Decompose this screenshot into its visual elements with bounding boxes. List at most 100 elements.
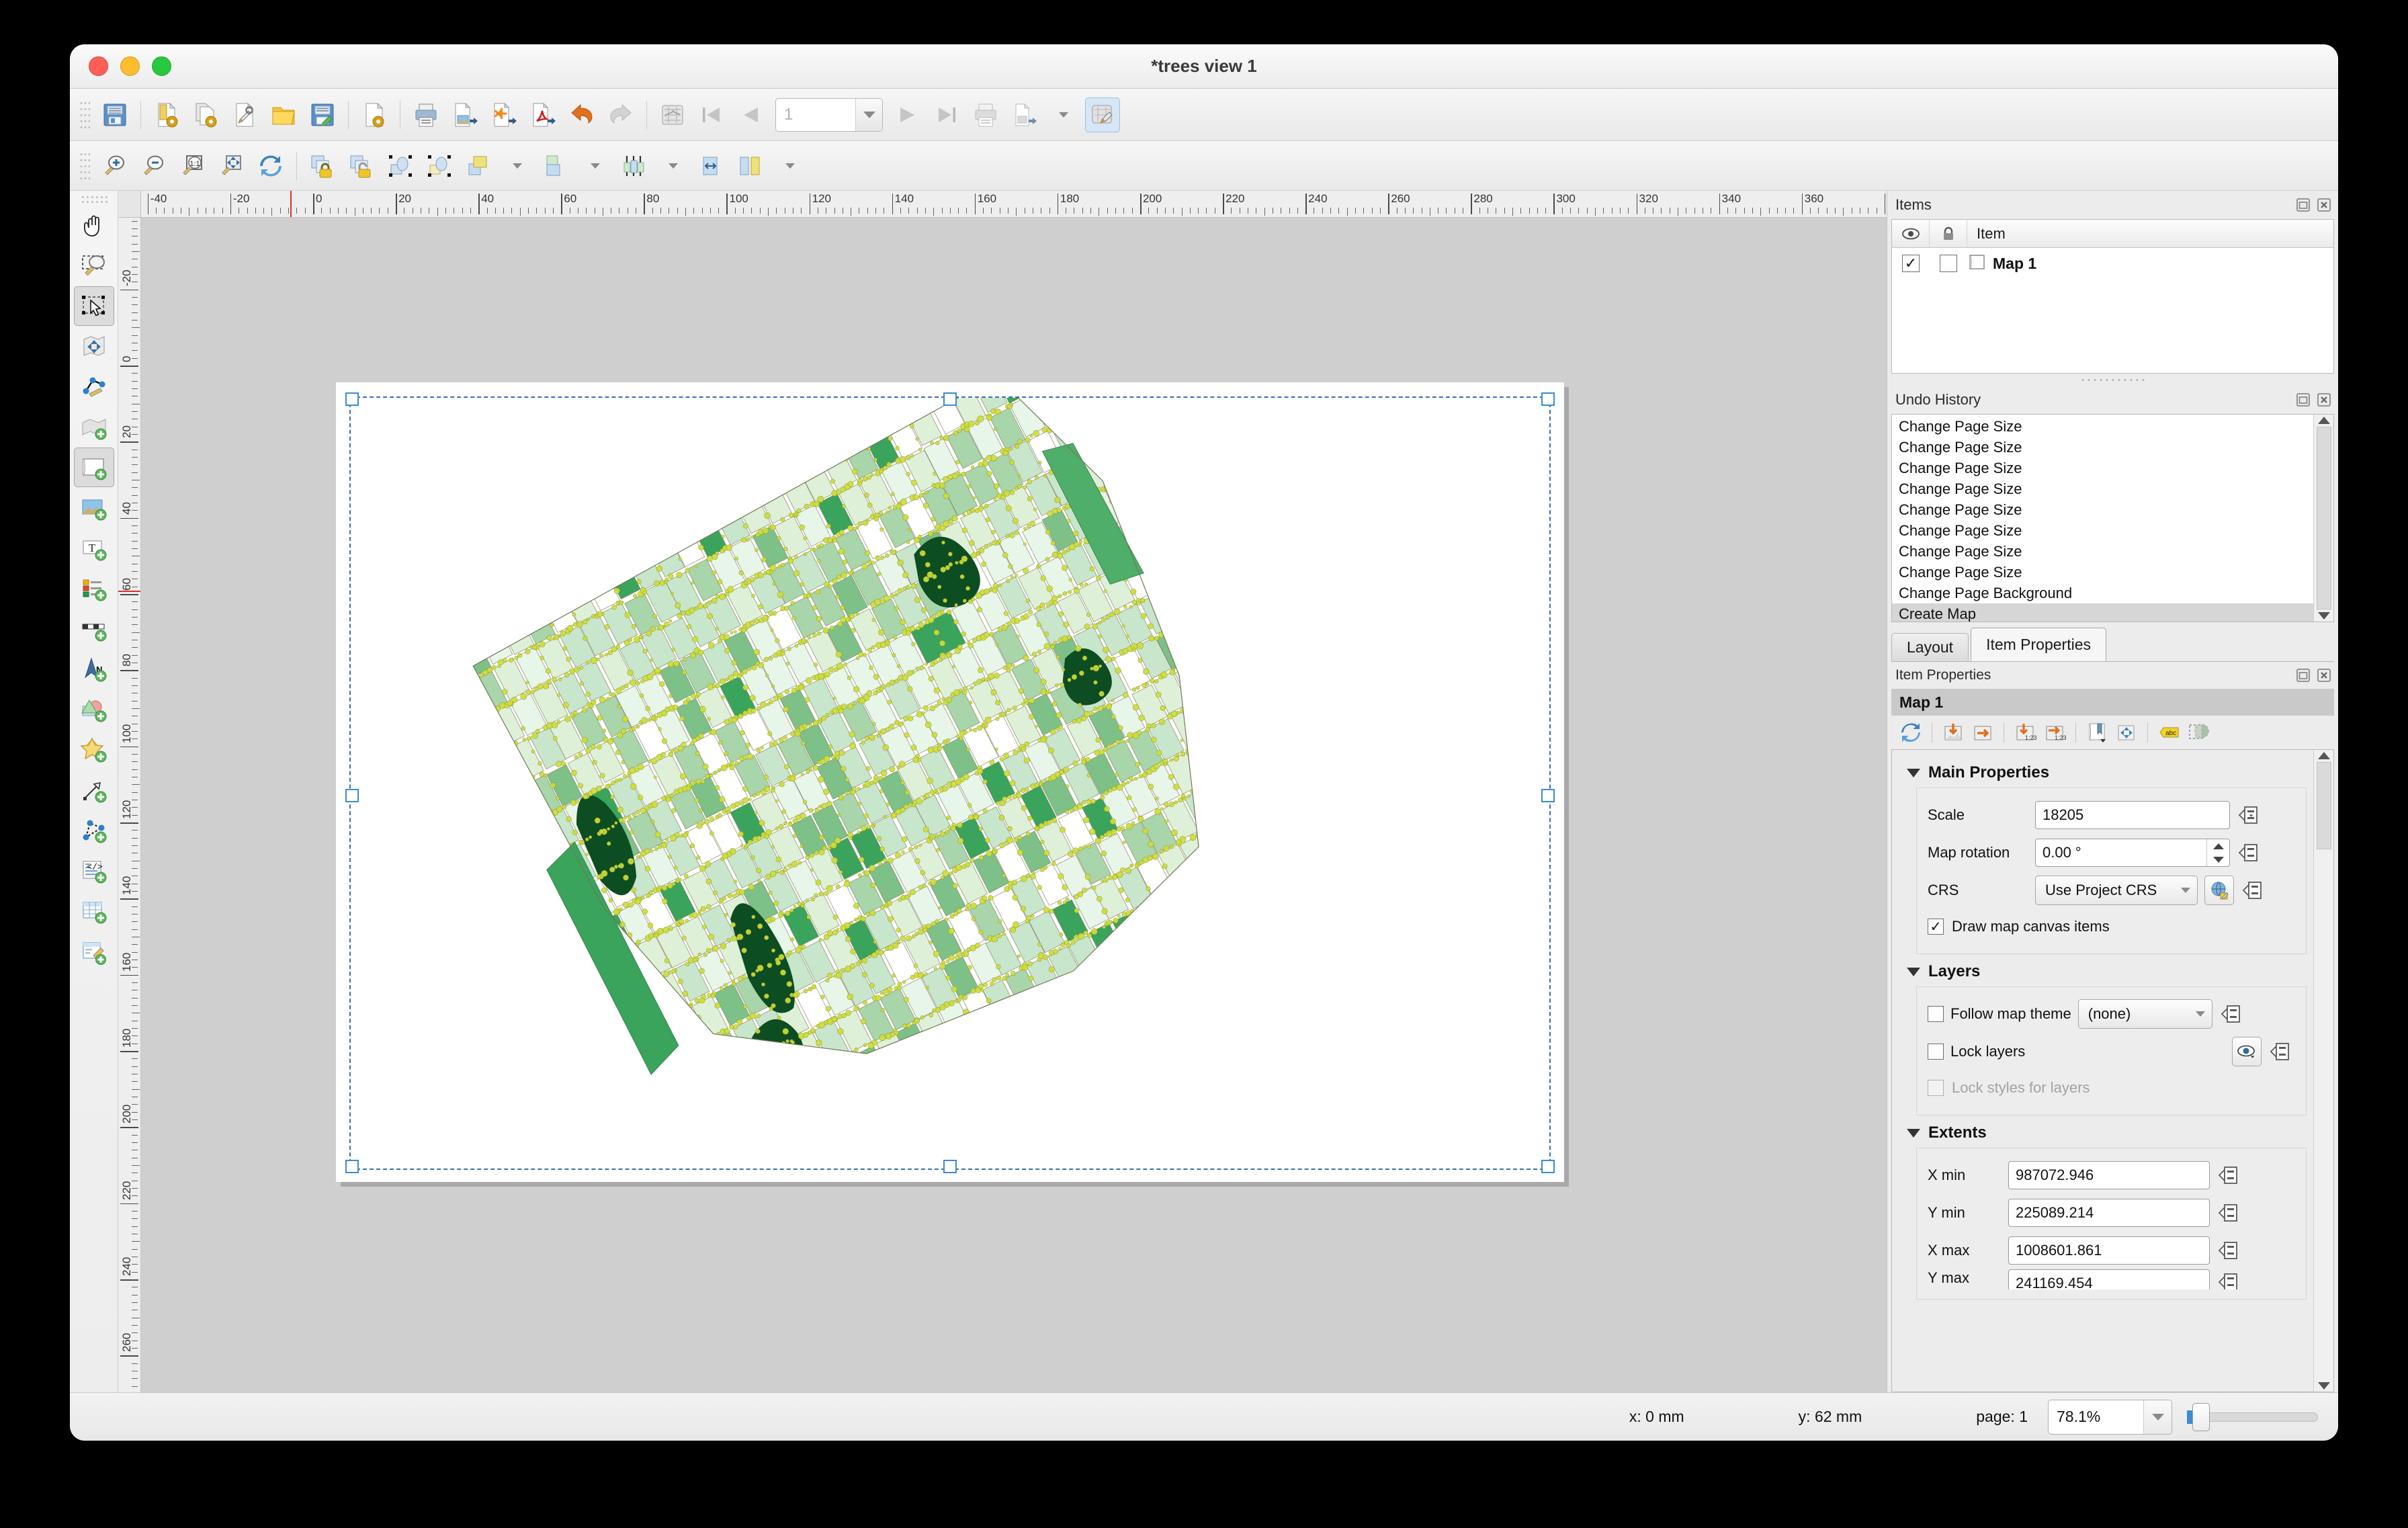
ungroup-items-icon[interactable] — [422, 148, 457, 183]
add-marker-icon[interactable] — [74, 730, 114, 769]
add-label-icon[interactable]: T — [74, 528, 114, 568]
atlas-print-icon[interactable] — [968, 97, 1003, 132]
y-min-input[interactable]: 225089.214 — [2008, 1199, 2210, 1227]
horizontal-ruler[interactable]: -40 -20 0 20 40 60 80 100 120 140 160 180 200 220 240 2… — [141, 191, 1887, 218]
atlas-last-icon[interactable] — [929, 97, 964, 132]
undo-history-item[interactable]: Change Page Size — [1892, 478, 2313, 499]
vertical-ruler[interactable]: -20 0 20 40 60 80 100 120 140 160 180 200 220 240 260 — [118, 218, 141, 1392]
resize-handle-ml[interactable] — [345, 789, 359, 802]
zoom-level-chevron-down-icon[interactable] — [2143, 1400, 2172, 1434]
undo-scrollbar[interactable] — [2313, 415, 2333, 622]
align-dropdown-icon[interactable] — [656, 148, 691, 183]
map-rotation-arrows[interactable] — [2206, 839, 2229, 866]
pan-layout-tool[interactable] — [74, 206, 114, 245]
undo-history-items[interactable]: Change Page Size Change Page Size Change P… — [1892, 415, 2313, 622]
resize-handle-tc[interactable] — [943, 392, 957, 406]
align-items-icon[interactable] — [617, 148, 652, 183]
scale-data-defined-override-icon[interactable] — [2237, 802, 2264, 828]
lock-layers-checkbox[interactable] — [1928, 1044, 1944, 1060]
atlas-first-icon[interactable] — [694, 97, 729, 132]
undo-history-item[interactable]: Change Page Size — [1892, 499, 2313, 520]
new-report-icon[interactable] — [357, 97, 392, 132]
undo-history-item[interactable]: Change Page Size — [1892, 520, 2313, 541]
print-icon[interactable] — [408, 97, 443, 132]
item-properties-float-icon[interactable] — [2294, 667, 2312, 684]
theme-data-defined-override-icon[interactable] — [2219, 1001, 2246, 1027]
undo-scroll-up-icon[interactable] — [2317, 417, 2330, 424]
item-properties-scroll-area[interactable]: Main Properties Scale 18205 Map rotation — [1891, 749, 2334, 1392]
map-rotation-spinbox[interactable]: 0.00 ° — [2035, 839, 2230, 867]
bookmarks-icon[interactable] — [2083, 718, 2111, 747]
items-panel-close-icon[interactable] — [2315, 196, 2333, 214]
map-rotation-value[interactable]: 0.00 ° — [2036, 839, 2206, 866]
add-shape-icon[interactable] — [74, 689, 114, 729]
zoom-full-icon[interactable] — [214, 148, 249, 183]
resize-handle-tr[interactable] — [1541, 392, 1555, 406]
interactive-edit-icon[interactable] — [2112, 718, 2141, 747]
set-map-extent-to-canvas-icon[interactable] — [1939, 718, 1967, 747]
x-min-data-defined-override-icon[interactable] — [2217, 1162, 2243, 1188]
atlas-prev-icon[interactable] — [733, 97, 768, 132]
edit-nodes-tool[interactable] — [74, 367, 114, 407]
crs-select[interactable]: Use Project CRS — [2035, 876, 2198, 905]
undo-icon[interactable] — [564, 97, 599, 132]
add-arrow-icon[interactable] — [74, 770, 114, 810]
group-items-icon[interactable] — [383, 148, 418, 183]
redo-icon[interactable] — [603, 97, 638, 132]
set-map-scale-to-canvas-icon[interactable]: 1:23 — [2011, 718, 2039, 747]
map-theme-select[interactable]: (none) — [2077, 999, 2212, 1029]
zoom-out-icon[interactable] — [136, 148, 171, 183]
atlas-export-dropdown-icon[interactable] — [1046, 97, 1081, 132]
layers-collapse-icon[interactable] — [1907, 967, 1920, 976]
lock-layers-visibility-button[interactable] — [2232, 1037, 2262, 1066]
undo-history-item[interactable]: Change Page Background — [1892, 583, 2313, 603]
rotation-data-defined-override-icon[interactable] — [2237, 840, 2264, 865]
item-visibility-checkbox[interactable]: ✓ — [1902, 255, 1920, 272]
properties-scroll-up-icon[interactable] — [2317, 752, 2330, 759]
open-template-icon[interactable] — [266, 97, 301, 132]
save-template-icon[interactable] — [305, 97, 340, 132]
resize-items-icon[interactable] — [734, 148, 769, 183]
items-panel-float-icon[interactable] — [2294, 196, 2312, 214]
item-lock-cell[interactable] — [1930, 255, 1967, 272]
undo-history-item[interactable]: Change Page Size — [1892, 416, 2313, 437]
add-manual-table-icon[interactable] — [74, 931, 114, 971]
resize-dropdown-icon[interactable] — [773, 148, 808, 183]
select-item-tool[interactable] — [73, 286, 114, 326]
view-extent-in-canvas-icon[interactable] — [1969, 718, 1997, 747]
labeling-settings-icon[interactable]: abc — [2155, 718, 2183, 747]
zoom-level-value[interactable]: 78.1% — [2049, 1400, 2143, 1434]
x-max-input[interactable]: 1008601.861 — [2008, 1236, 2210, 1265]
atlas-feature-value[interactable]: 1 — [776, 98, 855, 131]
item-lock-checkbox[interactable] — [1940, 255, 1957, 272]
set-canvas-scale-to-map-icon[interactable]: 1:23 — [2040, 718, 2069, 747]
resize-handle-bc[interactable] — [943, 1160, 957, 1173]
new-layout-icon[interactable] — [149, 97, 184, 132]
item-visibility-cell[interactable]: ✓ — [1892, 255, 1930, 272]
draw-map-canvas-items-checkbox[interactable]: ✓ — [1928, 919, 1944, 935]
undo-panel-close-icon[interactable] — [2315, 391, 2333, 409]
resize-handle-tl[interactable] — [345, 392, 359, 406]
add-map-icon[interactable] — [74, 407, 114, 447]
move-item-content-tool[interactable] — [74, 327, 114, 366]
properties-scroll-down-icon[interactable] — [2317, 1382, 2330, 1390]
map-rotation-increment[interactable] — [2207, 839, 2229, 853]
tab-layout[interactable]: Layout — [1891, 633, 1969, 661]
zoom-tool[interactable] — [74, 246, 114, 286]
export-svg-icon[interactable] — [486, 97, 521, 132]
zoom-level-combo[interactable]: 78.1% — [2048, 1399, 2172, 1435]
add-attribute-table-icon[interactable] — [74, 891, 114, 931]
layers-section-header[interactable]: Layers — [1907, 962, 2307, 981]
undo-history-item[interactable]: Change Page Size — [1892, 562, 2313, 583]
panel-splitter[interactable] — [2079, 374, 2147, 385]
crs-select-button[interactable] — [2204, 876, 2234, 905]
item-properties-close-icon[interactable] — [2315, 667, 2333, 684]
refresh-view-icon[interactable] — [253, 148, 288, 183]
layout-page[interactable] — [336, 382, 1564, 1182]
undo-history-item[interactable]: Change Page Size — [1892, 437, 2313, 458]
zoom-actual-icon[interactable]: 1:1 — [175, 148, 210, 183]
visibility-column-header[interactable] — [1892, 220, 1930, 247]
add-map-frame-icon[interactable] — [73, 448, 114, 487]
y-min-data-defined-override-icon[interactable] — [2217, 1200, 2243, 1226]
extents-section-header[interactable]: Extents — [1907, 1123, 2307, 1142]
